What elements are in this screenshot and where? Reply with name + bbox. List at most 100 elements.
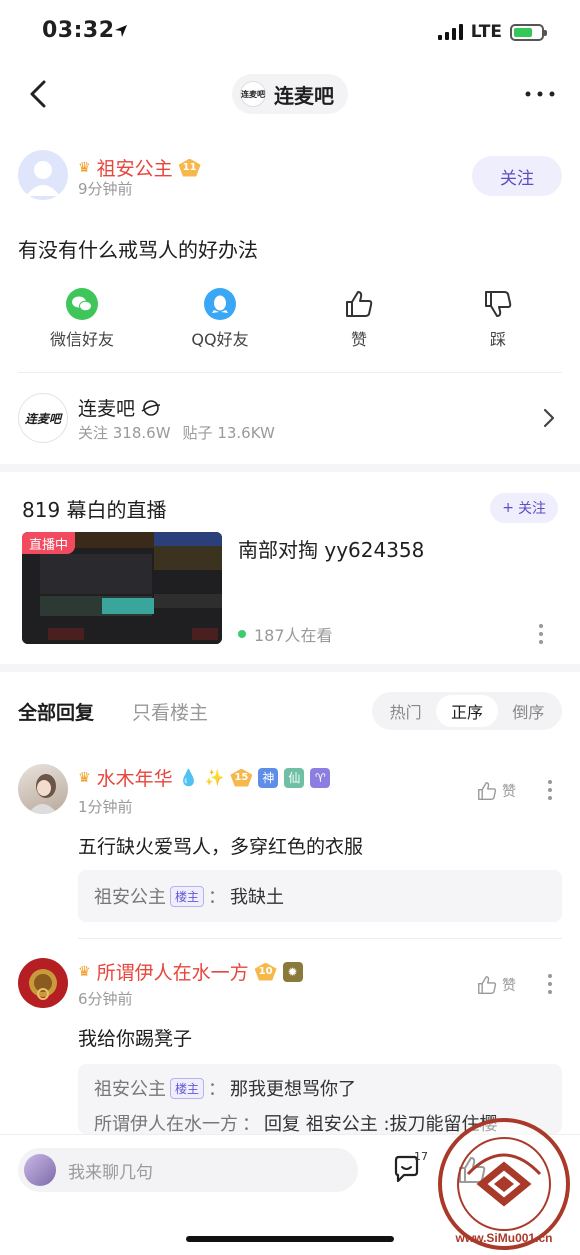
badge-xian: 仙 bbox=[284, 767, 305, 788]
comment-time: 6分钟前 bbox=[78, 990, 133, 1008]
sub-reply-text: 那我更想骂你了 bbox=[230, 1079, 357, 1100]
sort-toggle: 热门 正序 倒序 bbox=[372, 692, 562, 730]
owner-tag: 楼主 bbox=[170, 1077, 205, 1099]
live-title: 819 幕白的直播 bbox=[22, 498, 167, 522]
status-time: 03:32 bbox=[42, 18, 115, 43]
forum-name-row[interactable]: 连麦吧 bbox=[78, 394, 161, 421]
author-name[interactable]: 祖安公主 bbox=[97, 154, 173, 181]
crown-icon: ♛ bbox=[78, 159, 91, 176]
tab-all-replies[interactable]: 全部回复 bbox=[18, 698, 94, 725]
sub-reply-author[interactable]: 祖安公主 bbox=[94, 883, 166, 909]
share-wechat-label: 微信好友 bbox=[49, 330, 114, 349]
sun-badge-icon: ✹ bbox=[282, 961, 303, 982]
plus-icon: + bbox=[502, 500, 514, 516]
planet-icon bbox=[141, 399, 161, 416]
forum-stats: 关注 318.6W 贴子 13.6KW bbox=[78, 422, 275, 443]
viewer-count: 187人在看 bbox=[254, 626, 333, 645]
crown-icon: ♛ bbox=[78, 769, 91, 786]
like-post-label: 赞 bbox=[350, 330, 367, 349]
comment-like-button[interactable]: 赞 bbox=[476, 974, 516, 996]
sort-hot[interactable]: 热门 bbox=[375, 695, 436, 727]
wechat-icon bbox=[66, 288, 98, 320]
location-arrow-icon bbox=[115, 25, 127, 37]
forum-logo[interactable]: 连麦吧 bbox=[18, 393, 68, 443]
owner-tag: 楼主 bbox=[170, 885, 205, 907]
sub-reply-author[interactable]: 祖安公主 bbox=[94, 1075, 166, 1101]
thumbs-up-icon bbox=[478, 976, 497, 994]
sparkles-icon: ✨ bbox=[204, 768, 225, 787]
forum-chip[interactable]: 连麦吧 连麦吧 bbox=[232, 74, 348, 114]
comment-name-row: ♛ 水木年华 💧 ✨ 15 神 仙 ♈ bbox=[78, 764, 331, 791]
tab-owner-only[interactable]: 只看楼主 bbox=[132, 698, 208, 725]
sub-reply-separator: ： bbox=[242, 1114, 260, 1134]
reply-input[interactable]: 我来聊几句 bbox=[18, 1148, 358, 1192]
comment-more-icon[interactable] bbox=[547, 778, 553, 802]
commenter-avatar[interactable] bbox=[18, 958, 68, 1008]
more-icon[interactable] bbox=[522, 82, 558, 106]
commenter-avatar[interactable] bbox=[18, 764, 68, 814]
live-description[interactable]: 南部对掏 yy624358 bbox=[238, 534, 424, 563]
comment-more-icon[interactable] bbox=[547, 972, 553, 996]
comment-count: 17 bbox=[414, 1150, 428, 1163]
user-avatar bbox=[24, 1154, 56, 1186]
forum-chip-name: 连麦吧 bbox=[274, 83, 334, 108]
thumbs-up-icon bbox=[478, 782, 497, 800]
crown-icon: ♛ bbox=[78, 963, 91, 980]
comment-like-label: 赞 bbox=[502, 978, 516, 994]
water-drop-icon: 💧 bbox=[178, 768, 199, 787]
chevron-right-icon[interactable] bbox=[540, 406, 558, 430]
share-wechat-button[interactable]: 微信好友 bbox=[22, 288, 142, 350]
comment-name-row: ♛ 所谓伊人在水一方 10 ✹ bbox=[78, 958, 303, 985]
home-indicator bbox=[186, 1236, 394, 1242]
forum-followers: 关注 318.6W bbox=[78, 424, 171, 442]
live-follow-button[interactable]: + 关注 bbox=[490, 493, 558, 523]
sub-reply-author[interactable]: 所谓伊人在水一方 bbox=[94, 1110, 238, 1134]
comment-like-button[interactable]: 赞 bbox=[476, 780, 516, 802]
post-time: 9分钟前 bbox=[78, 180, 133, 198]
comment-author[interactable]: 水木年华 bbox=[97, 764, 173, 791]
section-gap bbox=[0, 464, 580, 472]
sub-replies[interactable]: 祖安公主 楼主 ： 我缺土 bbox=[78, 870, 562, 922]
author-name-row: ♛ 祖安公主 11 bbox=[78, 154, 201, 181]
forum-name: 连麦吧 bbox=[78, 398, 136, 420]
forum-chip-logo: 连麦吧 bbox=[240, 81, 266, 107]
author-avatar[interactable] bbox=[18, 150, 68, 200]
battery-icon bbox=[510, 23, 547, 41]
live-follow-label: 关注 bbox=[518, 501, 546, 517]
sort-ascending[interactable]: 正序 bbox=[436, 695, 498, 727]
dislike-post-label: 踩 bbox=[489, 330, 506, 349]
dislike-post-button[interactable]: 踩 bbox=[438, 288, 558, 350]
sub-reply-separator: ： bbox=[208, 887, 227, 908]
comment-time: 1分钟前 bbox=[78, 798, 133, 816]
sub-reply-separator: ： bbox=[208, 1079, 227, 1100]
share-qq-label: QQ好友 bbox=[191, 330, 249, 349]
online-dot-icon bbox=[238, 630, 246, 638]
comment-text: 五行缺火爱骂人，多穿红色的衣服 bbox=[78, 836, 364, 858]
sub-reply: 祖安公主 楼主 ： 我缺土 bbox=[94, 874, 546, 918]
post-title: 有没有什么戒骂人的好办法 bbox=[18, 238, 258, 262]
live-viewers: 187人在看 bbox=[238, 622, 333, 646]
network-label: LTE bbox=[470, 22, 502, 42]
forum-posts: 贴子 13.6KW bbox=[182, 424, 275, 442]
sub-reply-text: 我缺土 bbox=[230, 887, 285, 908]
comment-author[interactable]: 所谓伊人在水一方 bbox=[97, 958, 249, 985]
watermark-stamp-icon: www.SiMu001.cn bbox=[438, 1118, 570, 1250]
comment-level-badge: 15 bbox=[230, 768, 253, 787]
qq-icon bbox=[204, 288, 236, 320]
sub-reply: 祖安公主 楼主 ： 那我更想骂你了 bbox=[94, 1068, 546, 1108]
divider bbox=[18, 372, 562, 373]
reply-placeholder: 我来聊几句 bbox=[68, 1162, 153, 1183]
status-bar: 03:32 LTE bbox=[0, 0, 580, 64]
watermark-url: www.SiMu001.cn bbox=[455, 1231, 553, 1245]
thumbs-up-icon bbox=[346, 291, 373, 317]
back-button[interactable] bbox=[24, 76, 54, 112]
badge-shen: 神 bbox=[258, 767, 279, 788]
divider bbox=[78, 938, 562, 939]
live-more-icon[interactable] bbox=[538, 622, 544, 646]
share-qq-button[interactable]: QQ好友 bbox=[160, 288, 280, 350]
follow-author-button[interactable]: 关注 bbox=[472, 156, 562, 196]
sort-descending[interactable]: 倒序 bbox=[498, 695, 559, 727]
author-level-badge: 11 bbox=[178, 158, 201, 177]
comment-text: 我给你踢凳子 bbox=[78, 1028, 193, 1050]
like-post-button[interactable]: 赞 bbox=[299, 288, 419, 350]
